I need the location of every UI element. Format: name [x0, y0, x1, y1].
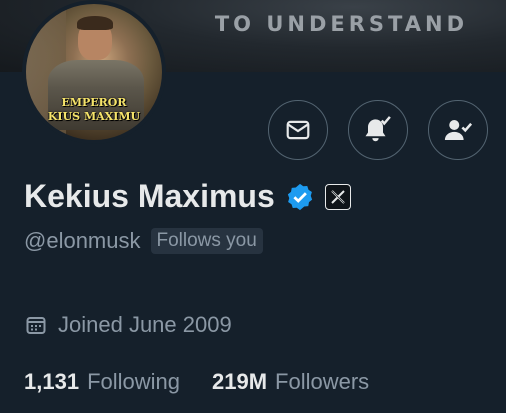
x-logo-icon[interactable] [324, 183, 351, 210]
avatar[interactable]: EMPEROR KIUS MAXIMU [22, 0, 166, 144]
handle-row: @elonmusk Follows you [24, 228, 263, 254]
name-row: Kekius Maximus [24, 178, 351, 215]
following-button[interactable] [428, 100, 488, 160]
banner-text: TO UNDERSTAND [214, 12, 468, 36]
following-label: Following [87, 369, 180, 394]
followers-label: Followers [275, 369, 370, 394]
username-handle: @elonmusk [24, 228, 141, 253]
verified-badge-icon[interactable] [285, 182, 315, 212]
display-name: Kekius Maximus [24, 178, 275, 214]
calendar-icon [26, 317, 46, 334]
follows-you-badge: Follows you [150, 228, 263, 254]
notifications-button[interactable] [348, 100, 408, 160]
following-link[interactable]: 1,131 Following [24, 369, 180, 395]
avatar-image: EMPEROR KIUS MAXIMU [26, 4, 162, 140]
message-button[interactable] [268, 100, 328, 160]
followers-count: 219M [212, 369, 268, 394]
avatar-text-name: KIUS MAXIMU [47, 110, 141, 123]
joined-text: Joined June 2009 [58, 312, 232, 337]
bell-check-icon [365, 116, 391, 142]
person-check-icon [444, 120, 473, 140]
follow-stats: 1,131 Following 219M Followers [24, 369, 401, 395]
following-count: 1,131 [24, 369, 80, 394]
mail-icon [286, 120, 310, 140]
followers-link[interactable]: 219M Followers [212, 369, 369, 395]
avatar-text-emperor: EMPEROR [61, 96, 127, 109]
joined-date: Joined June 2009 [24, 312, 232, 338]
